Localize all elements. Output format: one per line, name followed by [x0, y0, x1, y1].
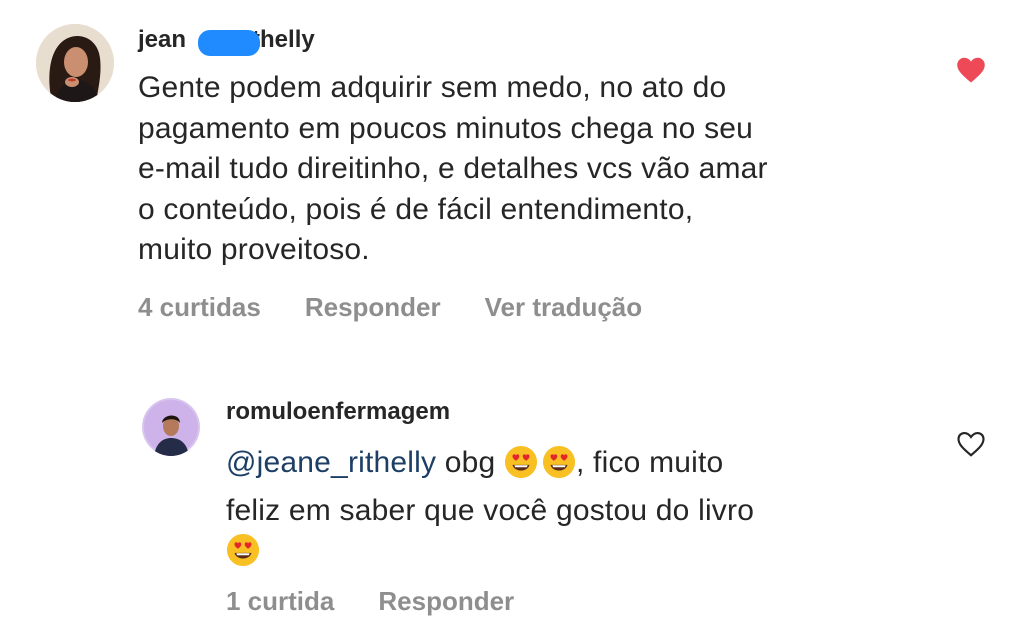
reply-actions: 1 curtida Responder [226, 586, 514, 617]
reply-text-obg: obg [444, 446, 496, 479]
reply-like-heart-icon[interactable] [956, 430, 986, 458]
comment-line-5: muito proveitoso. [138, 233, 370, 266]
comment-line-4: o conteúdo, pois é de fácil entendimento… [138, 192, 694, 226]
reply-body: @jeane_rithelly obg , fico muito feliz e… [226, 443, 754, 579]
heart-eyes-emoji-icon [226, 533, 260, 579]
reply-likes-count[interactable]: 1 curtida [226, 586, 334, 617]
comment-jeane: jean thelly Gente podem adquirir sem medo… [0, 0, 1024, 340]
comment-like-heart-icon[interactable] [956, 56, 986, 84]
reply-username[interactable]: romuloenfermagem [226, 398, 450, 426]
comment-translate-button[interactable]: Ver tradução [485, 292, 643, 323]
comment-body: Gente podem adquirir sem medo, no ato do… [138, 68, 768, 271]
heart-eyes-emoji-icon [504, 445, 538, 491]
reply-romulo: romuloenfermagem @jeane_rithelly obg , f… [0, 340, 1024, 630]
username-redaction [198, 30, 260, 56]
comment-line-3: e-mail tudo direitinho, e detalhes vcs v… [138, 152, 768, 185]
mention-link[interactable]: @jeane_rithelly [226, 446, 436, 479]
avatar-romulo-image [142, 398, 200, 456]
username-suffix: thelly [252, 26, 315, 53]
comment-likes-count[interactable]: 4 curtidas [138, 292, 261, 323]
username-prefix: jean [138, 26, 187, 53]
avatar-romulo[interactable] [142, 398, 200, 456]
reply-line-3 [226, 531, 754, 579]
avatar-jeane[interactable] [36, 24, 114, 102]
reply-reply-button[interactable]: Responder [378, 586, 514, 617]
avatar-jeane-image [36, 24, 114, 102]
comment-line-1: Gente podem adquirir sem medo, no ato do [138, 71, 727, 104]
reply-line-1: @jeane_rithelly obg , fico muito [226, 443, 754, 491]
comment-line-2: pagamento em poucos minutos chega no seu [138, 111, 754, 145]
comment-actions: 4 curtidas Responder Ver tradução [138, 292, 642, 323]
heart-eyes-emoji-icon [542, 445, 576, 491]
comment-reply-button[interactable]: Responder [305, 292, 441, 323]
reply-text-rest: , fico muito [575, 446, 724, 479]
reply-line-2: feliz em saber que você gostou do livro [226, 493, 755, 527]
